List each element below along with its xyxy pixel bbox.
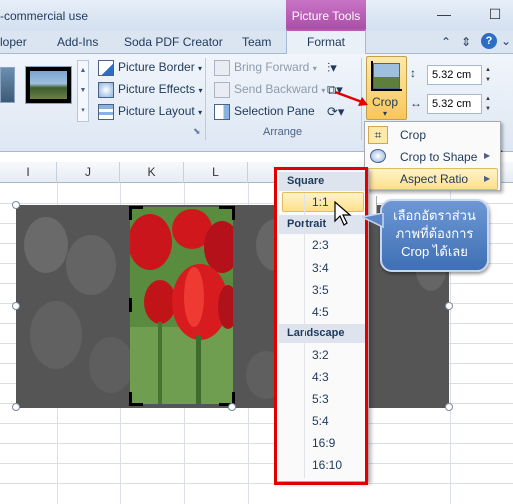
picture-effects-icon: [98, 82, 114, 98]
crop-menu-icon: ⌗: [368, 126, 388, 144]
picture-border-label: Picture Border: [118, 60, 195, 75]
crop-area-picture[interactable]: [130, 207, 233, 404]
picture-style-thumbnail[interactable]: [0, 67, 15, 103]
bring-forward-icon: [214, 60, 230, 76]
callout-pointer-icon: [362, 213, 384, 229]
instruction-callout: เลือกอัตราส่วนภาพที่ต้องการ Crop ได้เลย: [380, 199, 489, 272]
resize-handle[interactable]: [12, 201, 20, 209]
width-spinner-icon[interactable]: ▲ ▼: [483, 94, 493, 114]
crop-handle-top[interactable]: [219, 206, 235, 209]
shape-width-input[interactable]: 5.32 cm: [427, 94, 482, 114]
dialog-launcher-icon[interactable]: ⬊: [193, 126, 201, 137]
bring-forward-button[interactable]: Bring Forward ▾: [214, 60, 317, 76]
mouse-pointer-icon: [334, 201, 352, 226]
submenu-arrow-icon: ▶: [484, 151, 491, 160]
selection-pane-icon: [214, 104, 230, 120]
selection-pane-label: Selection Pane: [234, 104, 315, 119]
send-backward-label: Send Backward: [234, 82, 319, 97]
send-backward-button[interactable]: Send Backward ▾: [214, 82, 325, 98]
help-icon[interactable]: ?: [481, 33, 497, 49]
resize-handle[interactable]: [12, 302, 20, 310]
red-tulips-image: [130, 207, 233, 404]
picture-border-button[interactable]: Picture Border ▾: [98, 60, 202, 76]
picture-tools-context-label: Picture Tools: [286, 0, 366, 30]
window-title: -commercial use: [0, 9, 89, 23]
grid-line: [0, 423, 513, 424]
red-arrow-to-crop-icon: [334, 90, 368, 106]
bring-forward-label: Bring Forward: [234, 60, 310, 75]
menu-item-aspect-ratio[interactable]: Aspect Ratio: [400, 172, 468, 186]
menu-item-crop[interactable]: Crop: [400, 128, 426, 142]
grid-line: [0, 483, 513, 484]
resize-handle[interactable]: [228, 403, 236, 411]
minimize-ribbon-icon[interactable]: ⌃: [438, 34, 454, 50]
submenu-arrow-icon: ▶: [484, 174, 491, 183]
gallery-scroll-icon[interactable]: ▲ ▼ ▾: [77, 60, 89, 122]
crop-label: Crop: [372, 95, 399, 109]
picture-layout-icon: [98, 104, 114, 120]
shape-height-icon: ↕: [410, 66, 416, 80]
maximize-icon[interactable]: ☐: [488, 7, 502, 21]
picture-effects-button[interactable]: Picture Effects ▾: [98, 82, 203, 98]
tab-team[interactable]: Team: [242, 35, 271, 49]
picture-border-icon: [98, 60, 114, 76]
tab-add-ins[interactable]: Add-Ins: [57, 35, 98, 49]
column-header-k[interactable]: K: [120, 162, 184, 183]
resize-handle[interactable]: [445, 302, 453, 310]
group-separator: [205, 58, 206, 140]
red-highlight-box: [274, 167, 368, 485]
crop-dropdown-arrow-icon: ▾: [383, 109, 388, 118]
picture-style-thumbnail[interactable]: [25, 66, 72, 104]
grid-line: [0, 443, 513, 444]
resize-handle[interactable]: [12, 403, 20, 411]
minimize-icon[interactable]: —: [437, 7, 451, 21]
shape-width-icon: ↔: [410, 96, 422, 110]
arrange-group-label: Arrange: [263, 126, 303, 138]
picture-layout-button[interactable]: Picture Layout ▾: [98, 104, 202, 120]
crop-handle-left[interactable]: [129, 298, 132, 312]
crop-handle-top-left[interactable]: [129, 206, 143, 220]
ribbon-options-icon[interactable]: ⌄: [498, 33, 513, 49]
crop-to-shape-icon: [370, 149, 386, 163]
picture-layout-label: Picture Layout: [118, 104, 195, 119]
shape-height-input[interactable]: 5.32 cm: [427, 65, 482, 85]
tab-format[interactable]: Format: [286, 29, 366, 55]
selection-pane-button[interactable]: Selection Pane: [214, 104, 315, 120]
send-backward-icon: [214, 82, 230, 98]
height-spinner-icon[interactable]: ▲ ▼: [483, 65, 493, 85]
column-header-l[interactable]: L: [184, 162, 248, 183]
align-icon[interactable]: ⫶▾: [327, 60, 337, 76]
column-header-j[interactable]: J: [57, 162, 120, 183]
tab-developer[interactable]: loper: [0, 35, 27, 49]
picture-effects-label: Picture Effects: [118, 82, 196, 97]
crop-handle-bottom-left[interactable]: [129, 392, 143, 406]
tab-soda-pdf-creator[interactable]: Soda PDF Creator: [124, 35, 223, 49]
grid-line: [0, 463, 513, 464]
menu-item-crop-to-shape[interactable]: Crop to Shape: [400, 150, 477, 164]
column-header-i[interactable]: I: [0, 162, 57, 183]
resize-handle[interactable]: [445, 403, 453, 411]
ribbon-restore-icon[interactable]: ⇕: [458, 34, 474, 50]
